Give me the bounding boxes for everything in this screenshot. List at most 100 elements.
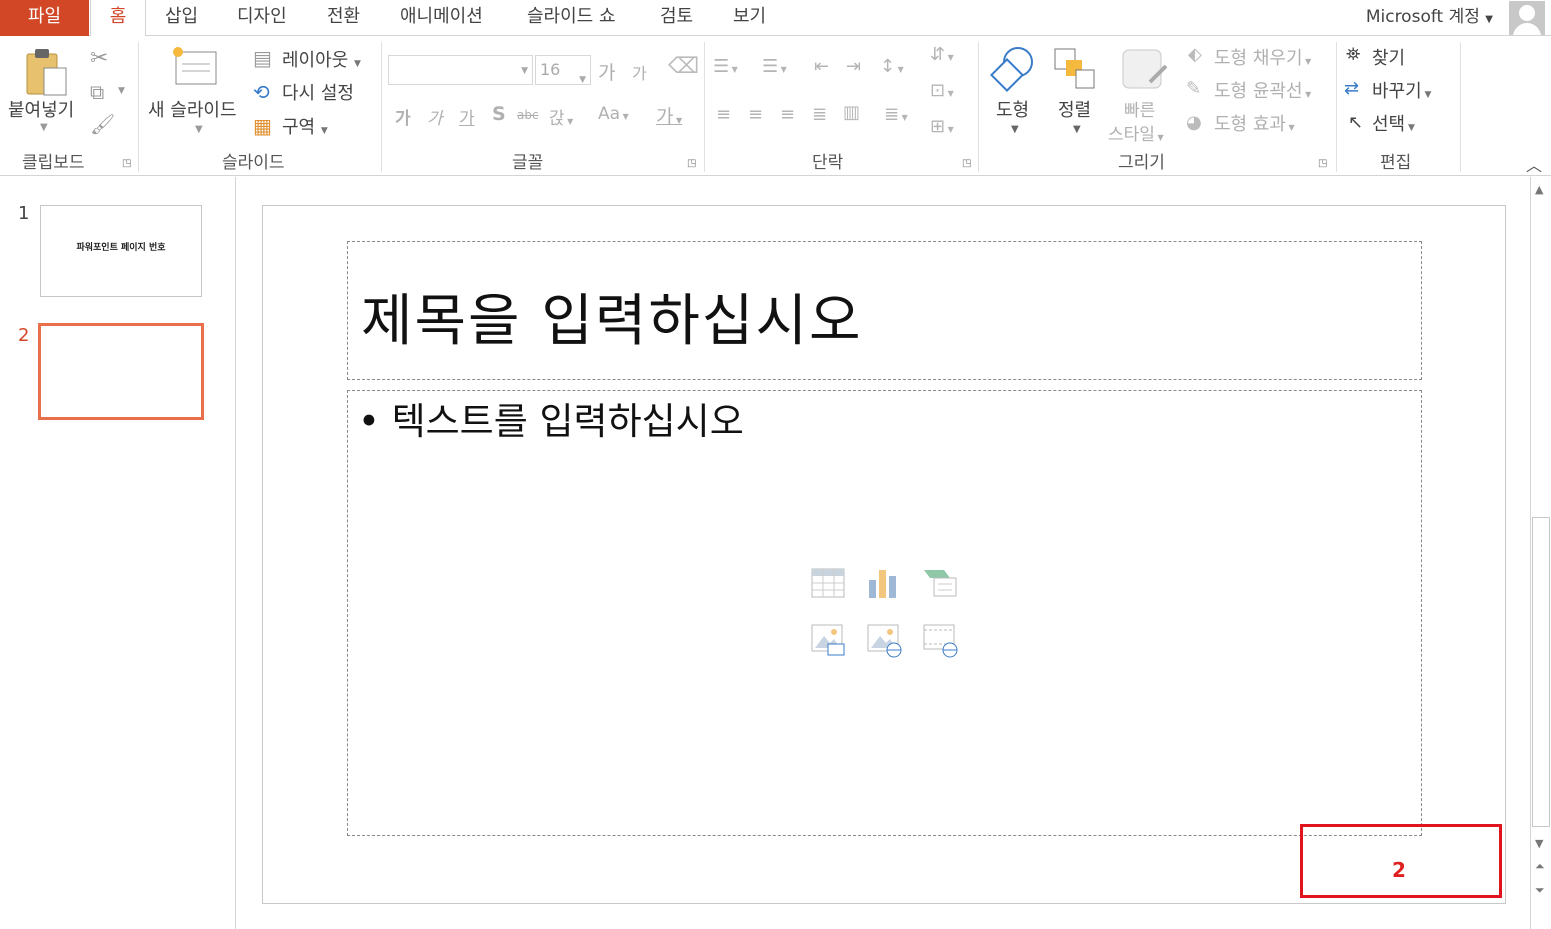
chevron-down-icon[interactable]: ▼ xyxy=(195,124,203,135)
thumbnail-number: 1 xyxy=(18,203,30,224)
paste-button[interactable]: 붙여넣기 xyxy=(8,96,74,122)
collapse-ribbon-icon[interactable]: ︿ xyxy=(1526,152,1542,176)
account-menu[interactable]: Microsoft 계정 ▼ xyxy=(1366,0,1493,37)
cut-icon[interactable]: ✂ xyxy=(90,46,108,71)
arrange-button[interactable]: 정렬 xyxy=(1058,96,1091,122)
slide-thumbnail-2[interactable] xyxy=(38,323,204,420)
scroll-down-arrow-icon[interactable]: ▼ xyxy=(1535,837,1543,850)
columns-icon[interactable]: ≣ ▼ xyxy=(884,104,908,125)
new-slide-icon[interactable] xyxy=(170,44,220,90)
content-placeholder[interactable]: • 텍스트를 입력하십시오 xyxy=(347,390,1422,836)
shape-outline-button[interactable]: 도형 윤곽선 ▼ xyxy=(1214,77,1311,103)
align-center-icon[interactable]: ≡ xyxy=(748,104,763,125)
chevron-down-icon[interactable]: ▼ xyxy=(1073,124,1081,135)
numbering-icon[interactable]: ☰ ▼ xyxy=(762,56,787,77)
dialog-launcher-icon[interactable]: ◳ xyxy=(687,158,696,169)
decrease-indent-icon[interactable]: ⇤ xyxy=(814,56,829,77)
tab-file[interactable]: 파일 xyxy=(0,0,89,36)
shape-effects-button[interactable]: 도형 효과 ▼ xyxy=(1214,110,1295,136)
chevron-down-icon[interactable]: ▼ xyxy=(1011,124,1019,135)
section-button[interactable]: 구역 ▼ xyxy=(282,113,328,139)
layout-button[interactable]: 레이아웃 ▼ xyxy=(282,46,361,72)
title-placeholder[interactable]: 제목을 입력하십시오 xyxy=(347,241,1422,380)
bullets-icon[interactable]: ☰ ▼ xyxy=(713,56,738,77)
strikethrough-button[interactable]: abc xyxy=(517,108,539,122)
tab-view[interactable]: 보기 xyxy=(733,0,766,36)
increase-indent-icon[interactable]: ⇥ xyxy=(846,56,861,77)
clipboard-group-label: 클립보드 xyxy=(22,153,85,173)
justify-icon[interactable]: ≣ xyxy=(812,104,827,125)
smartart-icon[interactable]: ⊞ ▼ xyxy=(930,116,954,137)
dialog-launcher-icon[interactable]: ◳ xyxy=(1318,158,1327,169)
chevron-down-icon[interactable]: ▼ xyxy=(40,122,48,133)
reset-button[interactable]: 다시 설정 xyxy=(282,79,354,105)
distributed-icon[interactable]: ▥ xyxy=(843,102,860,123)
change-case-button[interactable]: Aa ▼ xyxy=(598,104,629,124)
avatar[interactable] xyxy=(1509,1,1545,35)
chevron-down-icon: ▼ xyxy=(1302,57,1312,66)
shrink-font-button[interactable]: 가 xyxy=(632,60,647,84)
font-color-button[interactable]: 가 ▼ xyxy=(656,102,682,129)
clear-format-icon[interactable]: ⌫ xyxy=(668,54,699,79)
previous-slide-icon[interactable]: ⏶ xyxy=(1535,859,1545,874)
insert-video-icon[interactable] xyxy=(922,622,958,658)
text-direction-icon[interactable]: ⇵ ▼ xyxy=(930,44,954,65)
shapes-icon[interactable] xyxy=(990,44,1038,92)
scrollbar-thumb[interactable] xyxy=(1532,517,1550,827)
slide-thumbnail-1[interactable]: 파워포인트 페이지 번호 xyxy=(40,205,202,297)
align-text-icon[interactable]: ⊡ ▼ xyxy=(930,80,954,101)
new-slide-button[interactable]: 새 슬라이드 xyxy=(148,96,237,122)
tab-design[interactable]: 디자인 xyxy=(237,0,287,36)
tab-transitions[interactable]: 전환 xyxy=(327,0,360,36)
tab-insert[interactable]: 삽입 xyxy=(165,0,198,36)
tab-slideshow[interactable]: 슬라이드 쇼 xyxy=(527,0,616,36)
shapes-button[interactable]: 도형 xyxy=(996,96,1029,122)
insert-smartart-icon[interactable] xyxy=(922,566,958,602)
chevron-down-icon[interactable]: ▼ xyxy=(118,86,125,96)
next-slide-icon[interactable]: ⏷ xyxy=(1535,883,1545,898)
shape-fill-button[interactable]: 도형 채우기 ▼ xyxy=(1214,44,1311,70)
layout-icon: ▤ xyxy=(253,46,272,70)
char-spacing-button[interactable]: 갅 ▼ xyxy=(549,104,573,129)
shape-fill-label: 도형 채우기 xyxy=(1214,48,1303,69)
dialog-launcher-icon[interactable]: ◳ xyxy=(962,158,971,169)
italic-button[interactable]: 가 xyxy=(427,104,443,129)
insert-chart-icon[interactable] xyxy=(866,566,902,602)
insert-online-picture-icon[interactable] xyxy=(866,622,902,658)
scroll-up-arrow-icon[interactable]: ▲ xyxy=(1535,183,1543,196)
tab-animations[interactable]: 애니메이션 xyxy=(400,0,483,36)
arrange-icon[interactable] xyxy=(1052,46,1098,92)
underline-button[interactable]: 가 xyxy=(459,104,475,129)
find-button[interactable]: 찾기 xyxy=(1372,44,1405,70)
font-name-combo[interactable]: ▼ xyxy=(388,55,533,85)
grow-font-button[interactable]: 가 xyxy=(598,58,615,85)
chevron-down-icon: ▼ xyxy=(1421,90,1432,100)
line-spacing-icon[interactable]: ↕ ▼ xyxy=(880,56,904,77)
select-button[interactable]: 선택 ▼ xyxy=(1372,110,1415,136)
quick-styles-button[interactable]: 스타일 ▼ xyxy=(1108,120,1164,145)
copy-icon[interactable]: ⧉ xyxy=(90,80,104,104)
bold-button[interactable]: 가 xyxy=(395,104,411,129)
tab-home[interactable]: 홈 xyxy=(90,0,146,37)
align-left-icon[interactable]: ≡ xyxy=(716,104,731,125)
quick-styles-line1[interactable]: 빠른 xyxy=(1124,96,1155,121)
title-placeholder-text[interactable]: 제목을 입력하십시오 xyxy=(361,276,862,357)
chevron-down-icon: ▼ xyxy=(1154,133,1164,142)
slide-thumbnail-pane[interactable]: 1 파워포인트 페이지 번호 2 xyxy=(0,177,236,929)
align-right-icon[interactable]: ≡ xyxy=(780,104,795,125)
paste-icon[interactable] xyxy=(24,46,70,98)
format-painter-icon[interactable]: 🖌 xyxy=(90,112,115,136)
insert-picture-icon[interactable] xyxy=(810,622,846,658)
replace-button[interactable]: 바꾸기 ▼ xyxy=(1372,77,1431,103)
chevron-down-icon: ▼ xyxy=(320,126,328,136)
text-shadow-button[interactable]: S xyxy=(492,103,506,125)
quick-styles-icon[interactable] xyxy=(1120,46,1170,92)
chevron-down-icon: ▼ xyxy=(579,75,586,85)
content-placeholder-text[interactable]: • 텍스트를 입력하십시오 xyxy=(358,391,744,445)
font-size-combo[interactable]: 16 ▼ xyxy=(535,55,591,85)
dialog-launcher-icon[interactable]: ◳ xyxy=(122,158,131,169)
chevron-down-icon: ▼ xyxy=(1485,14,1493,25)
vertical-scrollbar[interactable]: ▲ ▼ ⏶ ⏷ xyxy=(1530,177,1551,929)
insert-table-icon[interactable] xyxy=(810,566,846,602)
tab-review[interactable]: 검토 xyxy=(660,0,693,36)
